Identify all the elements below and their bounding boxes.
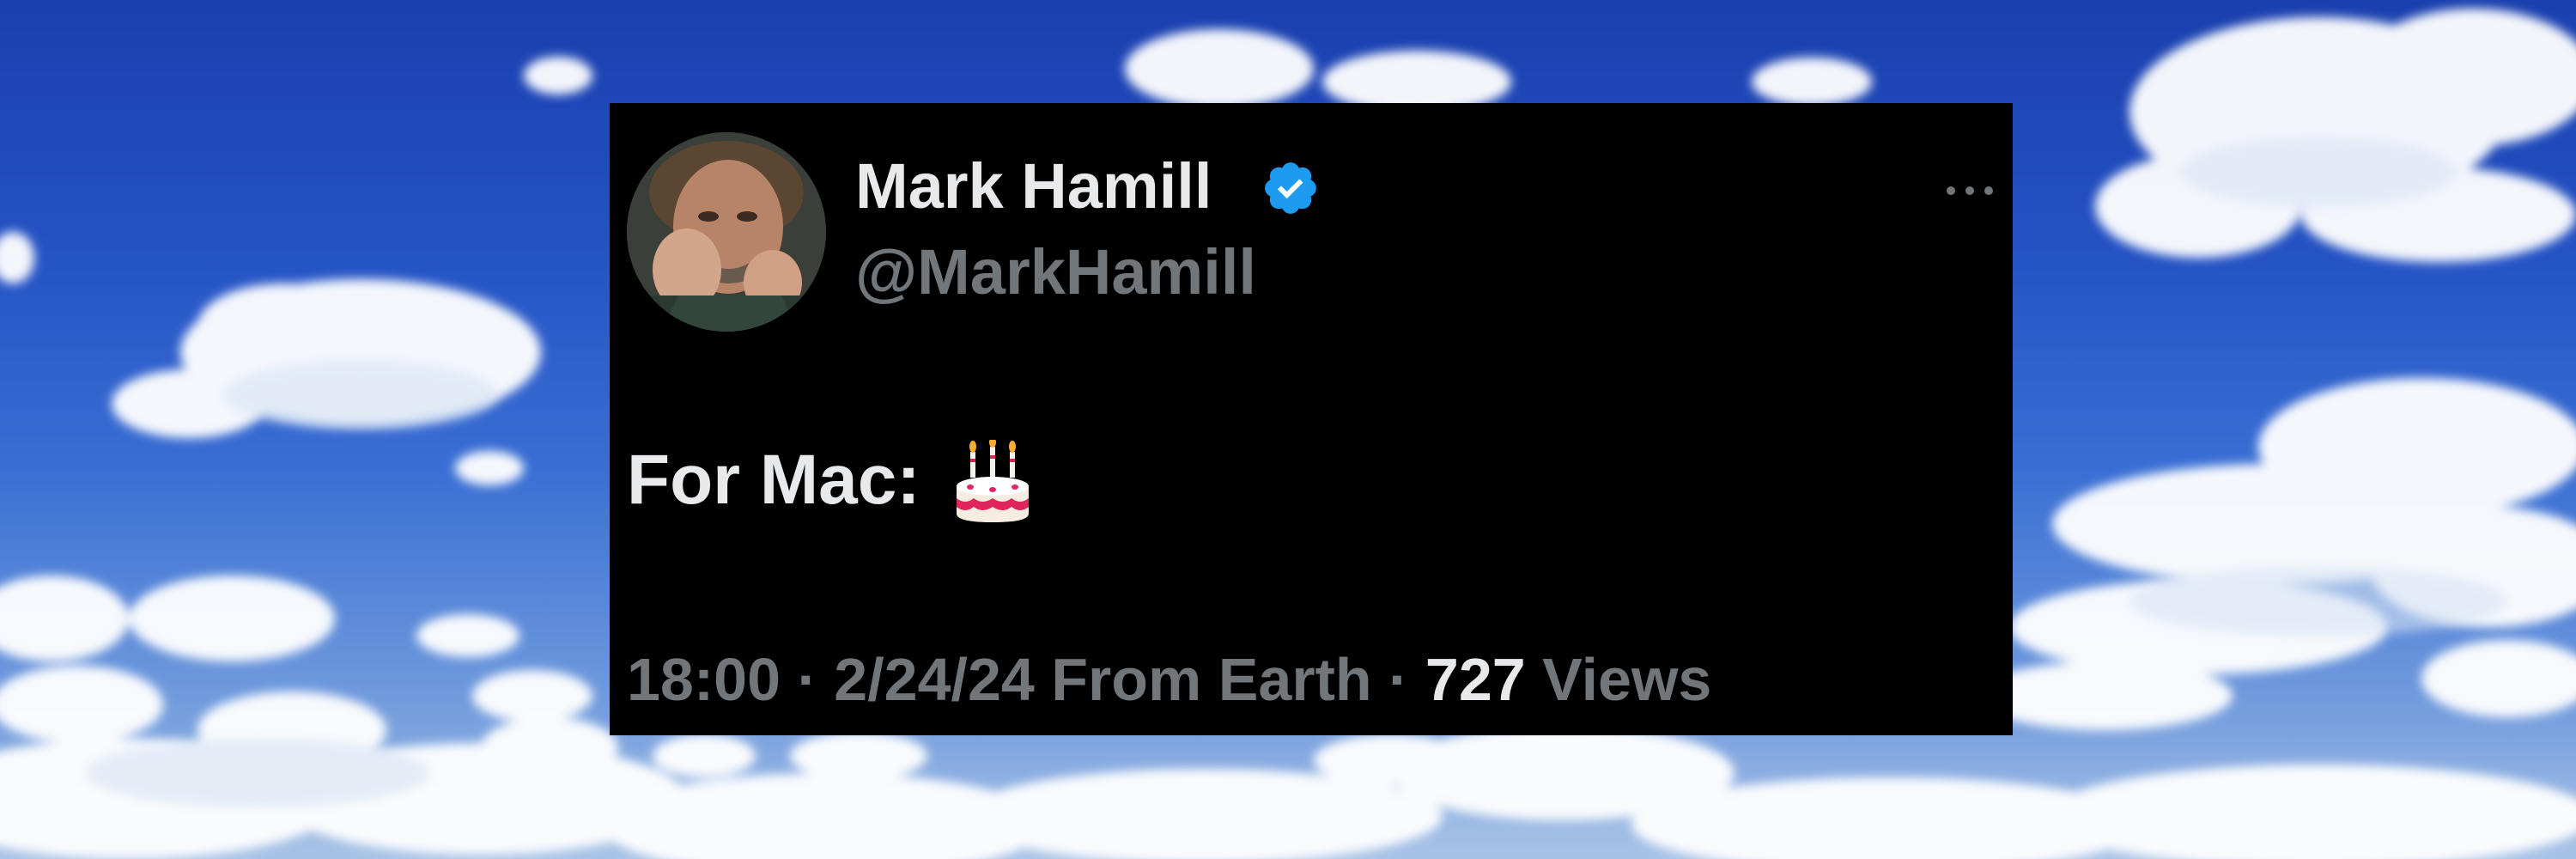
views-count[interactable]: 727 — [1425, 646, 1526, 713]
tweet-card[interactable]: Mark Hamill @MarkHamill For Mac: 18:00 ·… — [610, 103, 2013, 735]
more-options-icon[interactable] — [1942, 180, 1997, 201]
tweet-time[interactable]: 18:00 — [627, 646, 781, 713]
views-label: Views — [1542, 646, 1712, 713]
tweet-meta: 18:00 · 2/24/24 From Earth · 727 Views — [627, 649, 1711, 710]
tweet-date[interactable]: 2/24/24 — [834, 646, 1035, 713]
verified-badge-icon — [1265, 162, 1316, 214]
user-handle[interactable]: @MarkHamill — [855, 241, 1256, 304]
tweet-location: From Earth — [1051, 646, 1372, 713]
tweet-text: For Mac: — [627, 441, 920, 519]
profile-photo-icon — [627, 132, 826, 332]
display-name[interactable]: Mark Hamill — [855, 155, 1212, 218]
avatar[interactable] — [627, 132, 826, 332]
meta-separator: · — [1388, 646, 1409, 713]
meta-separator: · — [797, 646, 817, 713]
birthday-cake-icon — [957, 440, 1029, 522]
